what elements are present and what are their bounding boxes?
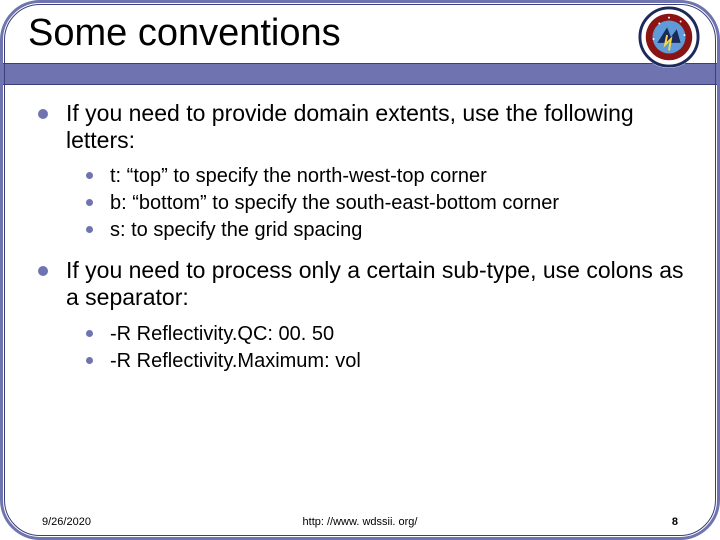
- footer: 9/26/2020 http: //www. wdssii. org/ 8: [0, 510, 720, 530]
- sub-bullet-text: s: to specify the grid spacing: [110, 219, 362, 241]
- bullet-item: If you need to process only a certain su…: [36, 257, 684, 373]
- sub-bullet-item: -R Reflectivity.Maximum: vol: [84, 349, 684, 374]
- bullet-item: If you need to provide domain extents, u…: [36, 100, 684, 243]
- sub-bullet-item: b: “bottom” to specify the south-east-bo…: [84, 191, 684, 216]
- nssl-logo-icon: [638, 6, 700, 68]
- sub-bullet-text: -R Reflectivity.QC: 00. 50: [110, 323, 334, 345]
- slide-root: Some conventions If you need to provide …: [0, 0, 720, 540]
- sub-bullet-item: -R Reflectivity.QC: 00. 50: [84, 322, 684, 347]
- slide-title: Some conventions: [28, 12, 720, 55]
- header: Some conventions: [0, 8, 720, 55]
- footer-url: http: //www. wdssii. org/: [0, 516, 720, 528]
- accent-bar: [0, 63, 720, 85]
- sub-bullet-item: t: “top” to specify the north-west-top c…: [84, 164, 684, 189]
- footer-page: 8: [672, 516, 678, 528]
- sub-bullet-text: b: “bottom” to specify the south-east-bo…: [110, 192, 559, 214]
- bullet-text: If you need to provide domain extents, u…: [66, 100, 634, 153]
- sub-bullet-item: s: to specify the grid spacing: [84, 218, 684, 243]
- bullet-text: If you need to process only a certain su…: [66, 257, 684, 310]
- content-body: If you need to provide domain extents, u…: [36, 100, 684, 480]
- sub-bullet-text: t: “top” to specify the north-west-top c…: [110, 165, 487, 187]
- sub-bullet-text: -R Reflectivity.Maximum: vol: [110, 350, 361, 372]
